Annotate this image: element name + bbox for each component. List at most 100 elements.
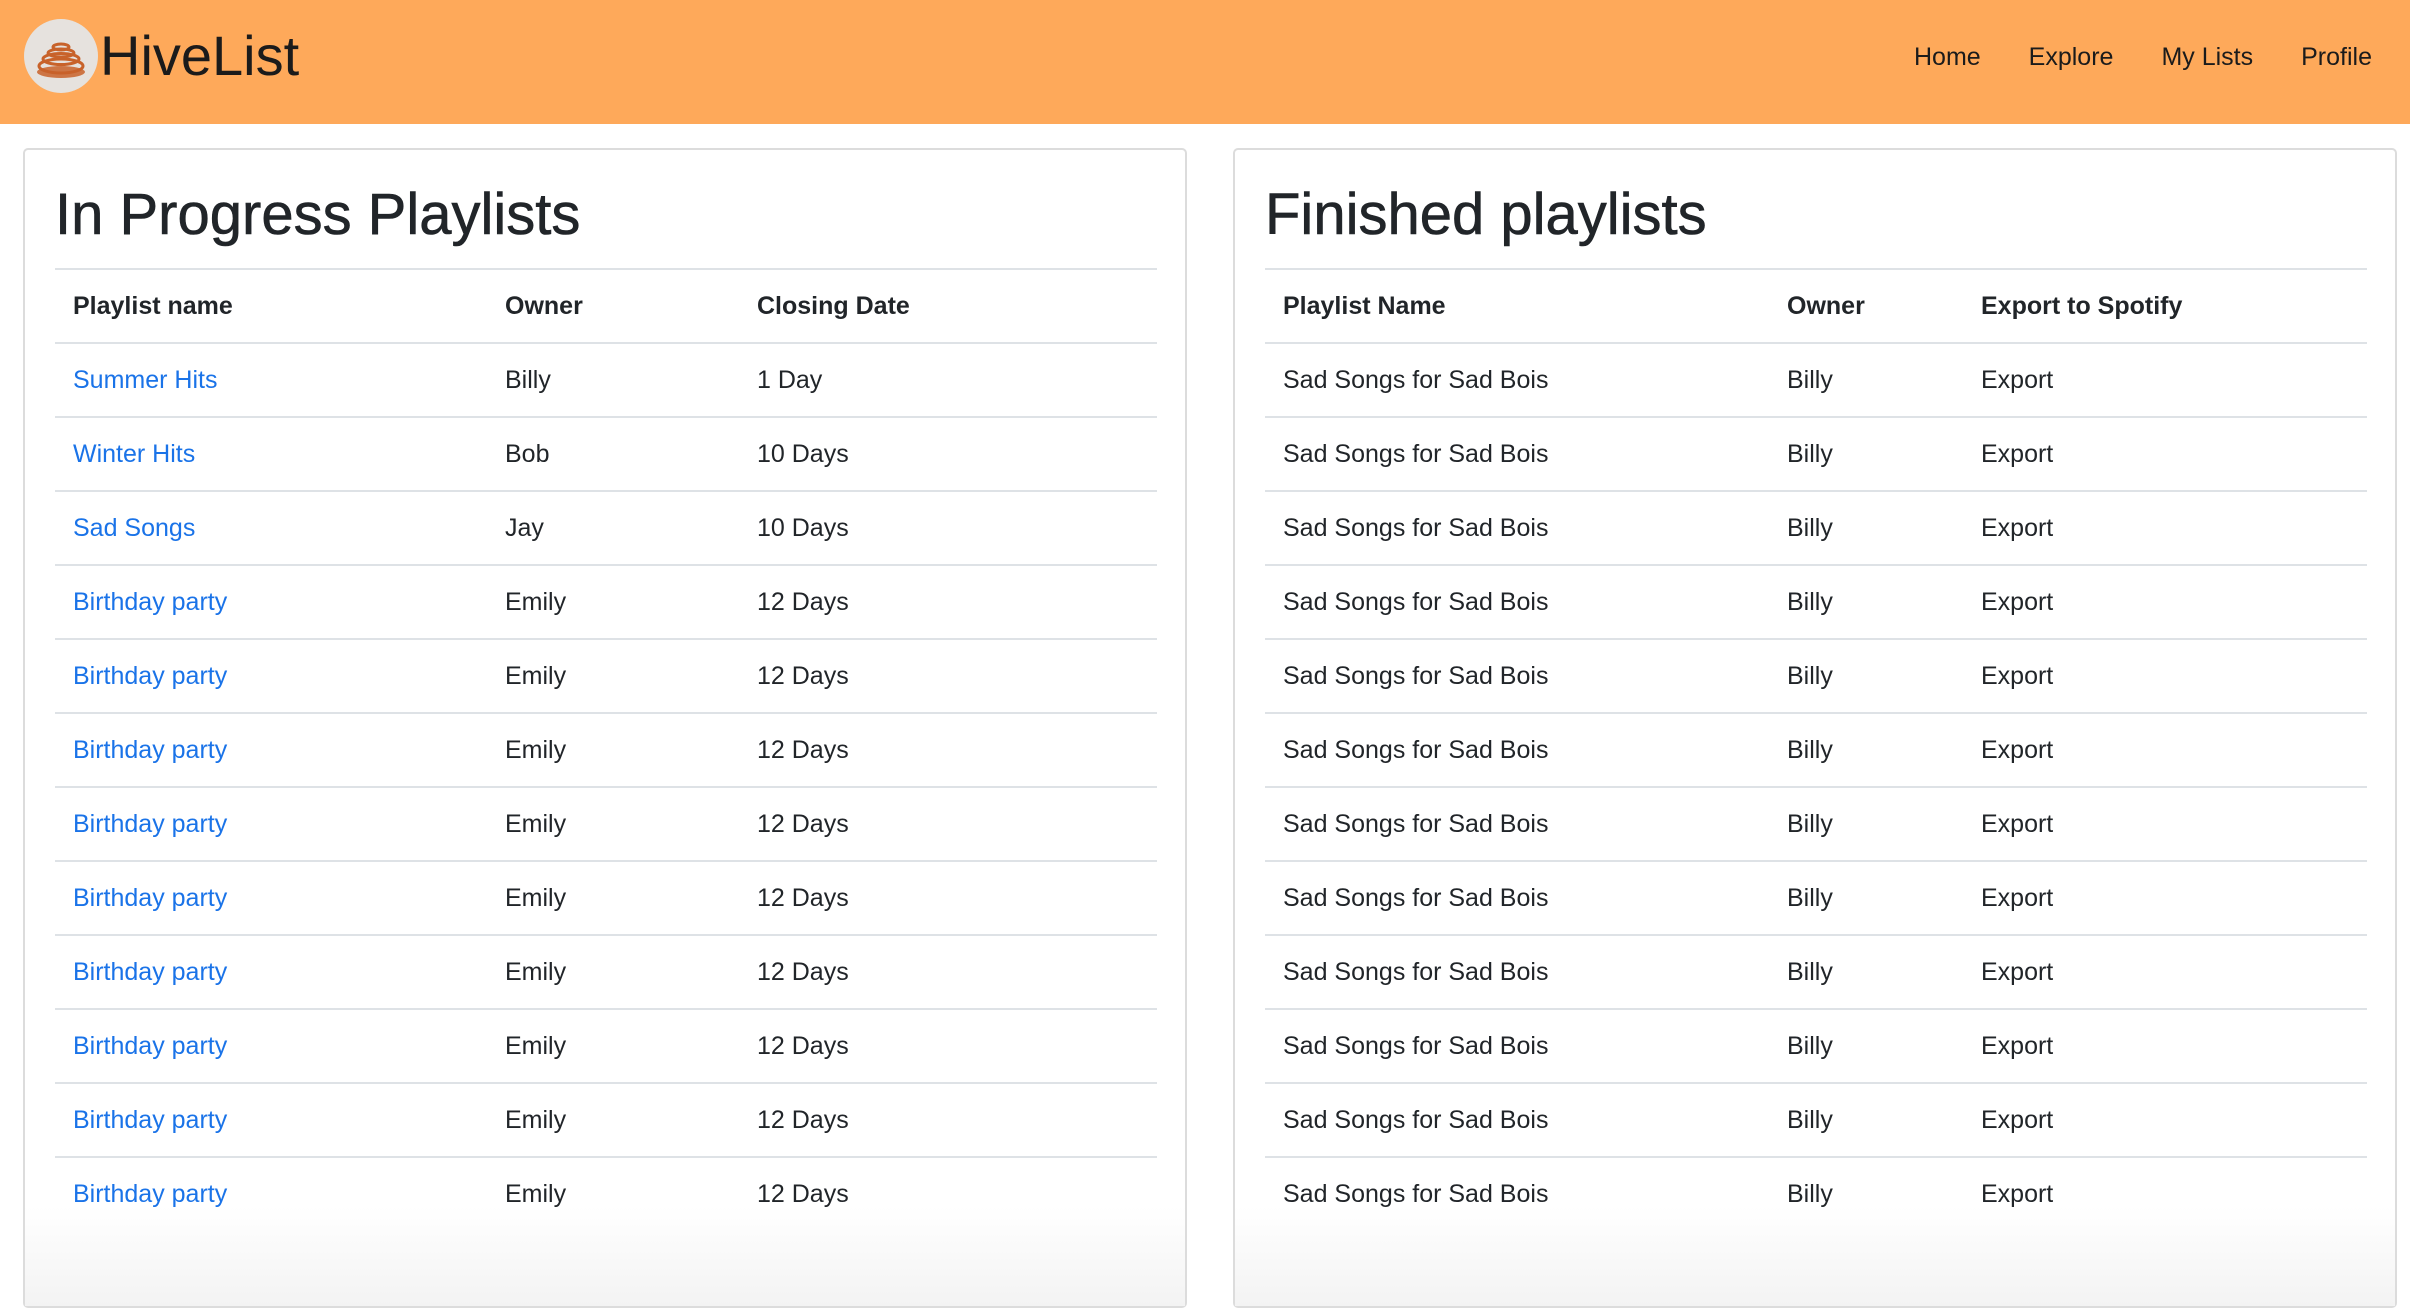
playlist-link[interactable]: Winter Hits bbox=[55, 416, 487, 491]
in-progress-card: In Progress Playlists Playlist name Owne… bbox=[23, 148, 1187, 1308]
owner-cell: Bob bbox=[487, 416, 739, 491]
owner-cell: Billy bbox=[1769, 1008, 1963, 1083]
playlist-name-cell: Sad Songs for Sad Bois bbox=[1265, 638, 1769, 713]
table-row: Sad Songs for Sad Bois Billy Export bbox=[1265, 1156, 2367, 1231]
table-row: Birthday party Emily 12 Days bbox=[55, 638, 1157, 713]
export-button[interactable]: Export bbox=[1963, 342, 2367, 417]
closing-date-cell: 12 Days bbox=[739, 712, 1157, 787]
playlist-name-cell: Sad Songs for Sad Bois bbox=[1265, 1008, 1769, 1083]
owner-cell: Emily bbox=[487, 786, 739, 861]
playlist-link[interactable]: Birthday party bbox=[55, 712, 487, 787]
export-button[interactable]: Export bbox=[1963, 786, 2367, 861]
table-row: Summer Hits Billy 1 Day bbox=[55, 342, 1157, 417]
export-button[interactable]: Export bbox=[1963, 564, 2367, 639]
playlist-link[interactable]: Birthday party bbox=[55, 860, 487, 935]
table-row: Sad Songs for Sad Bois Billy Export bbox=[1265, 786, 2367, 861]
table-row: Sad Songs for Sad Bois Billy Export bbox=[1265, 860, 2367, 935]
table-row: Birthday party Emily 12 Days bbox=[55, 712, 1157, 787]
export-button[interactable]: Export bbox=[1963, 1082, 2367, 1157]
column-header-owner: Owner bbox=[487, 268, 739, 343]
playlist-name-cell: Sad Songs for Sad Bois bbox=[1265, 416, 1769, 491]
owner-cell: Emily bbox=[487, 1082, 739, 1157]
playlist-name-cell: Sad Songs for Sad Bois bbox=[1265, 1156, 1769, 1231]
owner-cell: Emily bbox=[487, 934, 739, 1009]
playlist-name-cell: Sad Songs for Sad Bois bbox=[1265, 342, 1769, 417]
table-row: Sad Songs for Sad Bois Billy Export bbox=[1265, 416, 2367, 491]
owner-cell: Emily bbox=[487, 564, 739, 639]
table-row: Sad Songs for Sad Bois Billy Export bbox=[1265, 934, 2367, 1009]
closing-date-cell: 12 Days bbox=[739, 564, 1157, 639]
closing-date-cell: 12 Days bbox=[739, 1156, 1157, 1231]
playlist-link[interactable]: Birthday party bbox=[55, 1156, 487, 1231]
finished-title: Finished playlists bbox=[1265, 182, 1707, 247]
table-row: Sad Songs for Sad Bois Billy Export bbox=[1265, 638, 2367, 713]
owner-cell: Billy bbox=[1769, 564, 1963, 639]
playlist-link[interactable]: Sad Songs bbox=[55, 490, 487, 565]
export-button[interactable]: Export bbox=[1963, 638, 2367, 713]
table-row: Sad Songs for Sad Bois Billy Export bbox=[1265, 490, 2367, 565]
export-button[interactable]: Export bbox=[1963, 490, 2367, 565]
brand-name: HiveList bbox=[100, 24, 300, 87]
playlist-name-cell: Sad Songs for Sad Bois bbox=[1265, 490, 1769, 565]
table-row: Birthday party Emily 12 Days bbox=[55, 786, 1157, 861]
nav-explore[interactable]: Explore bbox=[2029, 40, 2114, 74]
playlist-link[interactable]: Birthday party bbox=[55, 564, 487, 639]
column-header-export-to-spotify: Export to Spotify bbox=[1963, 268, 2367, 343]
in-progress-title: In Progress Playlists bbox=[55, 182, 581, 247]
export-button[interactable]: Export bbox=[1963, 712, 2367, 787]
playlist-link[interactable]: Birthday party bbox=[55, 1008, 487, 1083]
table-row: Sad Songs for Sad Bois Billy Export bbox=[1265, 712, 2367, 787]
export-button[interactable]: Export bbox=[1963, 1156, 2367, 1231]
table-row: Sad Songs for Sad Bois Billy Export bbox=[1265, 342, 2367, 417]
playlist-link[interactable]: Birthday party bbox=[55, 934, 487, 1009]
in-progress-table: Playlist name Owner Closing Date Summer … bbox=[55, 268, 1157, 1231]
owner-cell: Billy bbox=[1769, 1082, 1963, 1157]
table-header-row: Playlist Name Owner Export to Spotify bbox=[1265, 268, 2367, 343]
owner-cell: Jay bbox=[487, 490, 739, 565]
closing-date-cell: 12 Days bbox=[739, 1008, 1157, 1083]
closing-date-cell: 12 Days bbox=[739, 860, 1157, 935]
table-row: Sad Songs for Sad Bois Billy Export bbox=[1265, 1082, 2367, 1157]
owner-cell: Billy bbox=[1769, 712, 1963, 787]
export-button[interactable]: Export bbox=[1963, 416, 2367, 491]
owner-cell: Emily bbox=[487, 860, 739, 935]
owner-cell: Emily bbox=[487, 1156, 739, 1231]
closing-date-cell: 1 Day bbox=[739, 342, 1157, 417]
owner-cell: Billy bbox=[1769, 786, 1963, 861]
table-header-row: Playlist name Owner Closing Date bbox=[55, 268, 1157, 343]
playlist-name-cell: Sad Songs for Sad Bois bbox=[1265, 786, 1769, 861]
table-row: Birthday party Emily 12 Days bbox=[55, 860, 1157, 935]
playlist-name-cell: Sad Songs for Sad Bois bbox=[1265, 1082, 1769, 1157]
column-header-closing-date: Closing Date bbox=[739, 268, 1157, 343]
owner-cell: Billy bbox=[1769, 490, 1963, 565]
nav-profile[interactable]: Profile bbox=[2301, 40, 2372, 74]
playlist-link[interactable]: Birthday party bbox=[55, 786, 487, 861]
owner-cell: Billy bbox=[1769, 934, 1963, 1009]
closing-date-cell: 12 Days bbox=[739, 1082, 1157, 1157]
main-nav: Home Explore My Lists Profile bbox=[1866, 40, 2372, 74]
owner-cell: Emily bbox=[487, 712, 739, 787]
nav-my-lists[interactable]: My Lists bbox=[2161, 40, 2253, 74]
table-row: Birthday party Emily 12 Days bbox=[55, 1156, 1157, 1231]
closing-date-cell: 12 Days bbox=[739, 786, 1157, 861]
hive-logo-icon bbox=[24, 19, 98, 93]
export-button[interactable]: Export bbox=[1963, 1008, 2367, 1083]
owner-cell: Billy bbox=[1769, 1156, 1963, 1231]
owner-cell: Billy bbox=[487, 342, 739, 417]
playlist-link[interactable]: Birthday party bbox=[55, 638, 487, 713]
nav-home[interactable]: Home bbox=[1914, 40, 1981, 74]
closing-date-cell: 10 Days bbox=[739, 416, 1157, 491]
owner-cell: Billy bbox=[1769, 342, 1963, 417]
export-button[interactable]: Export bbox=[1963, 934, 2367, 1009]
table-row: Sad Songs for Sad Bois Billy Export bbox=[1265, 1008, 2367, 1083]
playlist-link[interactable]: Birthday party bbox=[55, 1082, 487, 1157]
export-button[interactable]: Export bbox=[1963, 860, 2367, 935]
table-row: Birthday party Emily 12 Days bbox=[55, 1082, 1157, 1157]
table-row: Winter Hits Bob 10 Days bbox=[55, 416, 1157, 491]
table-row: Birthday party Emily 12 Days bbox=[55, 934, 1157, 1009]
owner-cell: Emily bbox=[487, 1008, 739, 1083]
navbar: HiveList Home Explore My Lists Profile bbox=[0, 0, 2410, 124]
brand[interactable]: HiveList bbox=[24, 18, 299, 94]
playlist-link[interactable]: Summer Hits bbox=[55, 342, 487, 417]
column-header-playlist-name: Playlist Name bbox=[1265, 268, 1769, 343]
